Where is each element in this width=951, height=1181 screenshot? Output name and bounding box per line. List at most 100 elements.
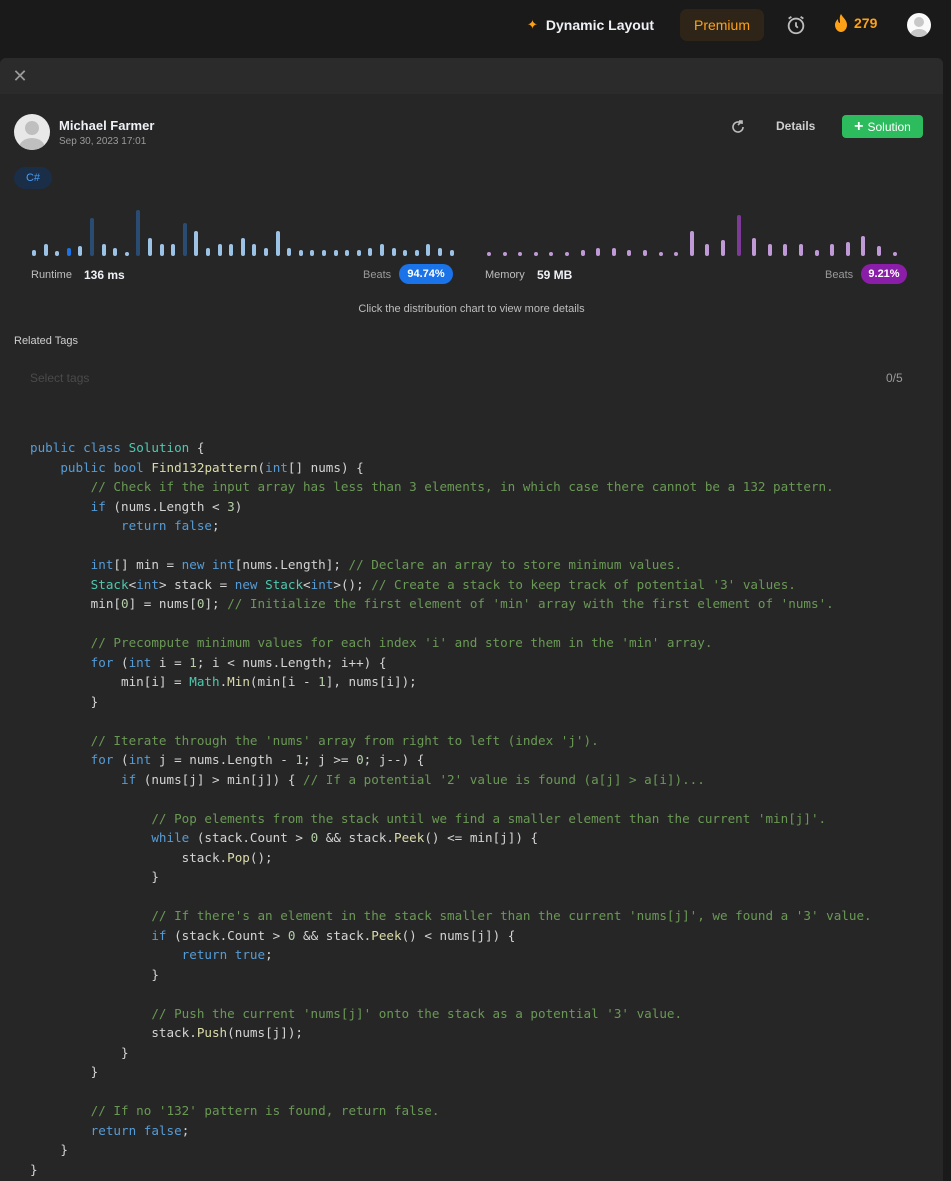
memory-bar[interactable] — [783, 244, 788, 256]
memory-bar[interactable] — [518, 252, 523, 256]
runtime-bar[interactable] — [449, 250, 454, 256]
memory-bar[interactable] — [877, 246, 881, 256]
runtime-beats-badge: 94.74% — [399, 264, 453, 284]
runtime-bar[interactable] — [78, 246, 83, 256]
memory-bar[interactable] — [814, 250, 819, 256]
memory-bar[interactable] — [596, 248, 601, 256]
memory-bar[interactable] — [721, 240, 725, 256]
runtime-value: 136 ms — [84, 268, 125, 282]
runtime-bar[interactable] — [90, 218, 94, 256]
memory-label: Memory — [485, 269, 525, 281]
panel-header: ✕ — [0, 58, 943, 94]
language-badge: C# — [14, 167, 52, 189]
memory-bar[interactable] — [487, 252, 491, 256]
runtime-bar[interactable] — [403, 250, 408, 256]
memory-bar[interactable] — [565, 252, 569, 256]
runtime-bar[interactable] — [345, 250, 350, 256]
runtime-bar[interactable] — [43, 244, 48, 256]
memory-bar[interactable] — [611, 248, 616, 256]
memory-bar[interactable] — [643, 250, 647, 256]
runtime-bar[interactable] — [171, 244, 176, 256]
runtime-bar[interactable] — [240, 238, 245, 256]
premium-button[interactable]: Premium — [680, 9, 764, 41]
memory-bar[interactable] — [830, 244, 835, 256]
tags-count: 0/5 — [886, 371, 903, 385]
memory-bar[interactable] — [705, 244, 710, 256]
dynamic-layout-label: Dynamic Layout — [545, 17, 655, 33]
runtime-bar[interactable] — [124, 252, 129, 256]
runtime-bar[interactable] — [426, 244, 431, 256]
memory-bar[interactable] — [627, 250, 632, 256]
memory-bar[interactable] — [549, 252, 554, 256]
memory-bar[interactable] — [767, 244, 772, 256]
sparkle-icon: ✦ — [527, 17, 538, 32]
memory-beats-label: Beats — [825, 269, 854, 281]
top-navbar: ✦ Dynamic Layout Premium 279 — [0, 0, 951, 50]
solution-label: Solution — [867, 119, 911, 134]
runtime-bar[interactable] — [322, 250, 326, 256]
runtime-bar[interactable] — [356, 250, 361, 256]
runtime-bar[interactable] — [229, 244, 234, 256]
alarm-clock-icon[interactable] — [785, 14, 807, 36]
runtime-bar[interactable] — [275, 231, 280, 256]
runtime-bar[interactable] — [264, 248, 268, 256]
memory-distribution-chart[interactable] — [485, 206, 907, 256]
submission-panel: ✕ Michael Farmer Sep 30, 2023 17:01 Deta… — [0, 58, 943, 1181]
memory-bar[interactable] — [689, 231, 694, 256]
streak-count: 279 — [854, 15, 878, 31]
author-name[interactable]: Michael Farmer — [59, 118, 154, 133]
runtime-bar[interactable] — [66, 248, 71, 256]
user-avatar[interactable] — [907, 13, 931, 37]
runtime-bar[interactable] — [438, 248, 442, 256]
details-button[interactable]: Details — [776, 119, 815, 133]
solution-button[interactable]: + Solution — [842, 115, 923, 138]
runtime-bar[interactable] — [159, 244, 164, 256]
runtime-bar[interactable] — [206, 248, 210, 256]
runtime-bar[interactable] — [101, 244, 106, 256]
runtime-bar[interactable] — [414, 250, 419, 256]
runtime-bar[interactable] — [217, 244, 222, 256]
memory-bar[interactable] — [861, 236, 866, 256]
memory-bar[interactable] — [533, 252, 538, 256]
streak-counter[interactable]: 279 — [834, 14, 877, 32]
memory-bar[interactable] — [502, 252, 507, 256]
runtime-bar[interactable] — [333, 250, 338, 256]
runtime-distribution-chart[interactable] — [30, 206, 454, 256]
author-avatar[interactable] — [14, 114, 50, 150]
runtime-label: Runtime — [31, 269, 72, 281]
runtime-bar[interactable] — [298, 250, 303, 256]
memory-bar[interactable] — [674, 252, 679, 256]
runtime-bar[interactable] — [287, 248, 292, 256]
runtime-bar[interactable] — [252, 244, 257, 256]
share-icon[interactable] — [730, 119, 746, 135]
runtime-bar[interactable] — [368, 248, 373, 256]
memory-bar[interactable] — [580, 250, 585, 256]
memory-bar[interactable] — [658, 252, 663, 256]
runtime-bar[interactable] — [194, 231, 199, 256]
tags-select-input[interactable]: Select tags — [30, 371, 89, 385]
memory-value: 59 MB — [537, 268, 573, 282]
runtime-beats-label: Beats — [363, 269, 392, 281]
runtime-bar[interactable] — [148, 238, 152, 256]
runtime-bar[interactable] — [182, 223, 187, 256]
submission-date: Sep 30, 2023 17:01 — [59, 136, 147, 147]
chart-hint: Click the distribution chart to view mor… — [358, 303, 585, 315]
memory-bar[interactable] — [845, 242, 850, 256]
scrollbar[interactable] — [943, 58, 951, 1181]
plus-icon: + — [854, 117, 864, 135]
memory-bar[interactable] — [736, 215, 741, 256]
runtime-bar[interactable] — [380, 244, 384, 256]
code-block: public class Solution { public bool Find… — [30, 440, 872, 1177]
runtime-bar[interactable] — [310, 250, 315, 256]
runtime-bar[interactable] — [136, 210, 141, 256]
runtime-bar[interactable] — [113, 248, 118, 256]
related-tags-title: Related Tags — [14, 335, 79, 347]
memory-bar[interactable] — [752, 238, 757, 256]
memory-bar[interactable] — [892, 252, 897, 256]
dynamic-layout-button[interactable]: ✦ Dynamic Layout — [527, 15, 654, 35]
close-icon[interactable]: ✕ — [12, 67, 28, 85]
runtime-bar[interactable] — [55, 251, 60, 256]
memory-bar[interactable] — [799, 244, 803, 256]
runtime-bar[interactable] — [391, 248, 396, 256]
runtime-bar[interactable] — [32, 250, 36, 256]
